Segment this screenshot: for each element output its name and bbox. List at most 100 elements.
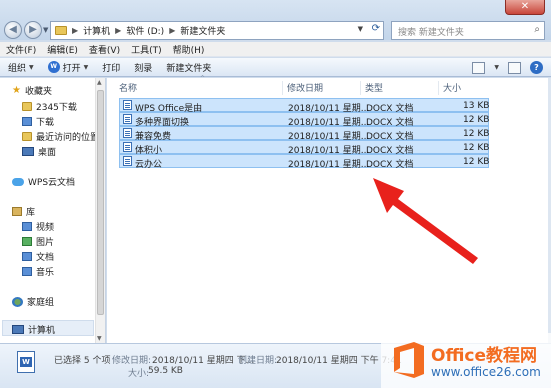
nav-wps-cloud-label: WPS云文档 [28, 178, 76, 188]
download-folder-icon [22, 117, 32, 126]
picture-icon [22, 237, 32, 246]
burn-button[interactable]: 刻录 [134, 61, 152, 74]
selected-count: 已选择 5 个项 [54, 356, 111, 366]
menu-edit[interactable]: 编辑(E) [47, 43, 78, 56]
nav-computer[interactable]: 计算机 [12, 323, 55, 336]
menu-file[interactable]: 文件(F) [6, 43, 36, 56]
nav-scrollbar[interactable]: ▲ ▼ [95, 78, 105, 343]
open-button[interactable]: W 打开 ▼ [47, 61, 89, 74]
file-size: 12 KB [463, 129, 490, 139]
nav-favorites-label: 收藏夹 [24, 87, 52, 97]
chevron-down-icon: ▼ [29, 63, 34, 71]
nav-item-desktop[interactable]: 桌面 [22, 145, 56, 158]
file-size: 12 KB [463, 157, 490, 167]
nav-wps-cloud[interactable]: WPS云文档 [12, 175, 75, 188]
column-header-type[interactable]: 类型 [361, 81, 439, 95]
print-label: 打印 [102, 63, 121, 74]
breadcrumb-folder[interactable]: 新建文件夹 [180, 24, 225, 37]
file-row[interactable]: WPS Office是由 2018/10/11 星期... DOCX 文档 13… [119, 98, 490, 114]
nav-item-recent[interactable]: 最近访问的位置 [22, 130, 99, 143]
menu-bar: 文件(F) 编辑(E) 查看(V) 工具(T) 帮助(H) [0, 42, 551, 57]
watermark-url: www.office26.com [431, 365, 541, 379]
file-size: 13 KB [463, 101, 490, 111]
scroll-thumb[interactable] [97, 90, 104, 315]
back-button[interactable]: ◀ [4, 21, 22, 39]
nav-favorites[interactable]: ★ 收藏夹 [12, 84, 52, 97]
menu-help[interactable]: 帮助(H) [173, 43, 205, 56]
file-list: ^ 名称 修改日期 类型 大小 WPS Office是由 2018/10/11 … [107, 75, 551, 343]
title-bar: ✕ ◀ ▶ ▼ ▶ 计算机 ▶ 软件 (D:) ▶ 新建文件夹 ▼ ⟳ 搜索 新… [0, 0, 551, 40]
docx-file-icon [123, 142, 132, 152]
computer-icon [12, 325, 24, 334]
nav-libraries[interactable]: 库 [12, 205, 35, 218]
preview-pane-icon[interactable] [508, 61, 521, 74]
file-row[interactable]: 兼容免费 2018/10/11 星期... DOCX 文档 12 KB [119, 126, 490, 142]
cloud-icon [12, 177, 24, 186]
file-row[interactable]: 多种界面切换 2018/10/11 星期... DOCX 文档 12 KB [119, 112, 489, 128]
forward-button[interactable]: ▶ [24, 21, 42, 39]
docx-file-icon [123, 100, 132, 110]
search-icon[interactable]: ⌕ [534, 24, 540, 35]
address-bar[interactable]: ▶ 计算机 ▶ 软件 (D:) ▶ 新建文件夹 ▼ ⟳ [50, 21, 384, 40]
size-label: 大小: [128, 369, 150, 379]
docx-file-icon [123, 114, 132, 124]
homegroup-icon [12, 296, 23, 307]
nav-item-2345-download[interactable]: 2345下载 [22, 100, 77, 113]
column-header-name[interactable]: 名称 [115, 81, 283, 95]
modified-date-label: 修改日期: [112, 356, 152, 366]
new-folder-button[interactable]: 新建文件夹 [166, 61, 211, 74]
nav-item-downloads[interactable]: 下载 [22, 115, 54, 128]
nav-item-label: 音乐 [36, 268, 55, 278]
chevron-down-icon: ▼ [83, 63, 89, 71]
help-icon[interactable]: ? [530, 61, 543, 74]
menu-tools[interactable]: 工具(T) [131, 43, 162, 56]
view-options-icon[interactable] [472, 61, 486, 74]
library-icon [12, 207, 22, 216]
nav-item-music[interactable]: 音乐 [22, 265, 54, 278]
nav-item-label: 视频 [36, 223, 55, 233]
breadcrumb-drive[interactable]: 软件 (D:) [126, 24, 164, 37]
nav-libraries-label: 库 [26, 208, 36, 218]
nav-homegroup-label: 家庭组 [27, 298, 55, 308]
burn-label: 刻录 [134, 63, 153, 74]
docx-file-icon [123, 128, 132, 138]
recent-pages-dropdown[interactable]: ▼ [43, 26, 48, 34]
file-type: DOCX 文档 [366, 160, 414, 170]
menu-view[interactable]: 查看(V) [89, 43, 120, 56]
document-icon [22, 252, 32, 261]
chevron-down-icon[interactable]: ▼ [494, 64, 499, 71]
close-button[interactable]: ✕ [505, 0, 545, 15]
wps-document-icon: W [17, 351, 35, 373]
navigation-pane: ★ 收藏夹 2345下载 下载 最近访问的位置 桌面 WPS云文档 库 视频 图… [0, 78, 106, 343]
nav-item-documents[interactable]: 文档 [22, 250, 54, 263]
recent-places-icon [22, 132, 32, 141]
breadcrumb-computer[interactable]: 计算机 [83, 24, 110, 37]
file-size: 12 KB [463, 143, 490, 153]
nav-item-label: 最近访问的位置 [36, 133, 100, 143]
search-input[interactable]: 搜索 新建文件夹 ⌕ [391, 21, 545, 40]
nav-item-pictures[interactable]: 图片 [22, 235, 54, 248]
watermark-brand: Office教程网 [431, 346, 538, 366]
breadcrumb-separator[interactable]: ▶ [115, 26, 121, 35]
print-button[interactable]: 打印 [102, 61, 120, 74]
office-logo [394, 342, 424, 378]
nav-homegroup[interactable]: 家庭组 [12, 295, 54, 308]
organize-button[interactable]: 组织 ▼ [8, 61, 34, 74]
breadcrumb-separator[interactable]: ▶ [72, 26, 78, 35]
nav-item-videos[interactable]: 视频 [22, 220, 54, 233]
column-header-modified[interactable]: 修改日期 [283, 81, 361, 95]
column-header-size[interactable]: 大小 [439, 81, 491, 95]
size-value: 59.5 KB [148, 366, 183, 376]
nav-item-label: 2345下载 [36, 103, 77, 113]
refresh-icon[interactable]: ⟳ [372, 23, 380, 34]
file-row[interactable]: 体积小 2018/10/11 星期... DOCX 文档 12 KB [119, 140, 490, 156]
scroll-up-icon[interactable]: ▲ [97, 79, 102, 86]
organize-label: 组织 [8, 63, 27, 74]
scroll-down-icon[interactable]: ▼ [97, 335, 102, 342]
file-row[interactable]: 云办公 2018/10/11 星期... DOCX 文档 12 KB [119, 154, 490, 170]
address-dropdown-icon[interactable]: ▼ [358, 25, 363, 33]
breadcrumb-separator[interactable]: ▶ [169, 26, 175, 35]
nav-item-label: 文档 [36, 253, 55, 263]
new-folder-label: 新建文件夹 [166, 63, 212, 74]
folder-icon [55, 26, 67, 35]
